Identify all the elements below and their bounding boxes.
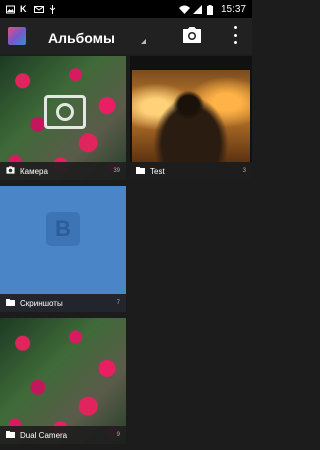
status-bar: K 15:37	[0, 0, 252, 18]
signal-icon	[192, 4, 202, 14]
album-name: Dual Camera	[20, 430, 68, 440]
album-label: Камера 39	[0, 162, 126, 180]
album-name: Скриншоты	[20, 298, 63, 308]
camera-icon	[183, 27, 201, 43]
album-count: 39	[113, 168, 120, 174]
folder-icon	[6, 430, 15, 440]
more-vert-icon	[233, 26, 237, 29]
camera-icon	[6, 166, 15, 176]
album-tile-test[interactable]: Test 3	[130, 56, 252, 180]
album-count: 3	[242, 168, 246, 174]
album-tile-camera[interactable]: Камера 39	[0, 56, 126, 180]
status-time: 15:37	[220, 3, 246, 15]
k-app-icon: K	[20, 3, 27, 14]
album-label: Dual Camera 9	[0, 426, 126, 444]
app-bar: Альбомы	[0, 18, 252, 54]
vk-logo-icon: B	[46, 212, 80, 246]
usb-icon	[48, 4, 57, 14]
album-name: Test	[150, 166, 165, 176]
album-dropdown[interactable]: Альбомы	[48, 26, 146, 46]
camera-overlay-icon	[44, 95, 86, 129]
gallery-app-icon[interactable]	[8, 27, 26, 45]
more-options-button[interactable]	[232, 26, 238, 44]
album-count: 7	[116, 300, 120, 306]
mail-icon	[34, 5, 44, 14]
album-count: 9	[116, 432, 120, 438]
folder-icon	[6, 298, 15, 308]
dropdown-indicator-icon	[140, 39, 146, 44]
page-title: Альбомы	[48, 30, 115, 46]
album-label: Test 3	[130, 162, 252, 180]
album-thumbnail	[132, 70, 250, 162]
album-tile-dual-camera[interactable]: Dual Camera 9	[0, 318, 126, 444]
camera-button[interactable]	[182, 27, 202, 43]
album-label: Скриншоты 7	[0, 294, 126, 312]
battery-icon	[206, 4, 216, 15]
wifi-icon	[178, 5, 190, 14]
image-icon	[6, 5, 15, 14]
folder-icon	[136, 166, 145, 176]
album-name: Камера	[20, 166, 48, 176]
album-tile-screenshots[interactable]: Скриншоты 7	[0, 186, 126, 312]
